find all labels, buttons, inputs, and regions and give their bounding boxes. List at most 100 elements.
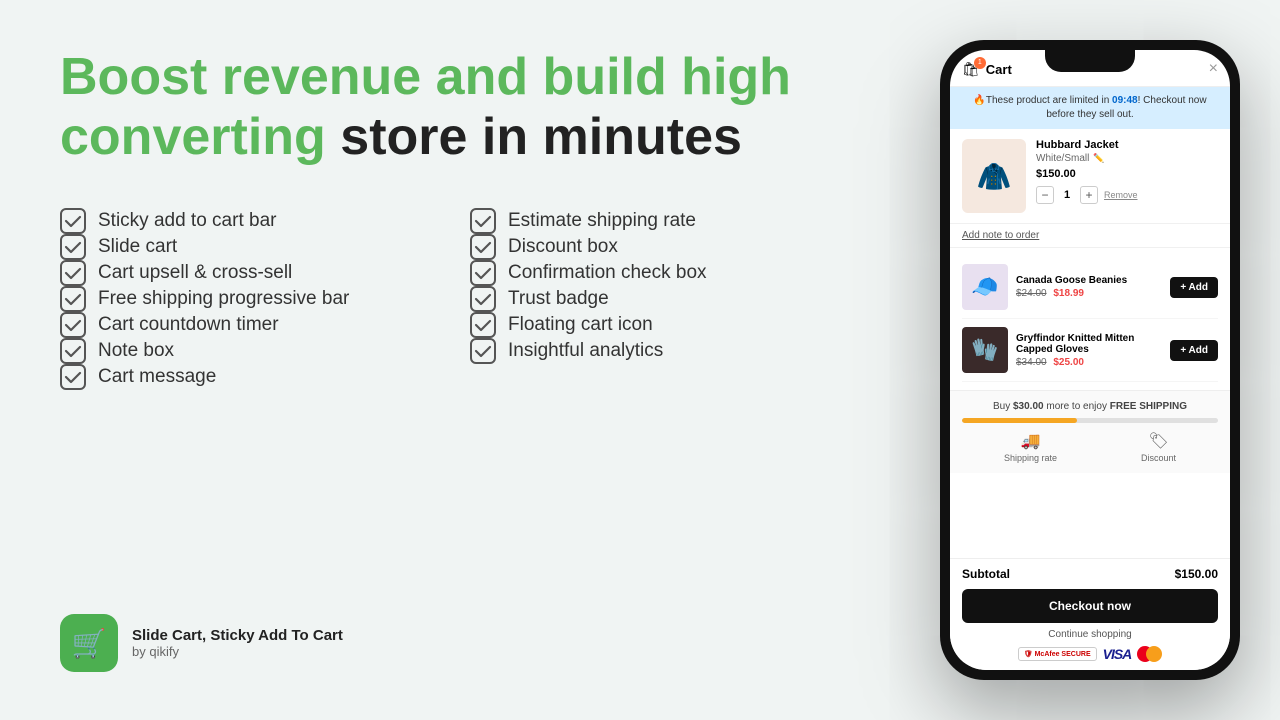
check-icon [470,234,496,260]
qty-number: 1 [1060,189,1074,201]
progress-bar-track [962,418,1218,423]
feature-item: Slide cart [60,234,430,260]
feature-item: Cart countdown timer [60,312,430,338]
check-icon [60,338,86,364]
check-icon [470,312,496,338]
feature-item: Estimate shipping rate [470,208,840,234]
feature-item: Floating cart icon [470,312,840,338]
upsell-section: 🧢 Canada Goose Beanies $24.00 $18.99 + A… [950,248,1230,390]
upsell-new-price: $25.00 [1053,357,1084,368]
features-right-col: Estimate shipping rate Discount box Conf… [470,208,840,390]
mcafee-badge: 🛡McAfee SECURE [1018,647,1097,661]
cart-item-price: $150.00 [1036,168,1218,180]
feature-label: Discount box [508,236,618,258]
feature-label: Cart message [98,366,216,388]
right-panel: 🛍 1 Cart × 🔥These product are limited in… [900,0,1280,720]
feature-item: Discount box [470,234,840,260]
mastercard-badge [1137,646,1162,662]
shipping-rate-icon-item: 🚚 Shipping rate [1004,431,1057,463]
free-ship-text: Buy $30.00 more to enjoy FREE SHIPPING [962,401,1218,412]
upsell-item-image: 🧤 [962,327,1008,373]
qty-increase-button[interactable]: + [1080,186,1098,204]
discount-label: Discount [1141,453,1176,463]
visa-badge: VISA [1103,646,1132,662]
remove-item-link[interactable]: Remove [1104,190,1138,200]
shield-icon: 🛡 [1024,650,1033,658]
phone-notch [1045,50,1135,72]
check-icon [60,286,86,312]
freeship-amount: $30.00 [1013,401,1044,412]
feature-item: Trust badge [470,286,840,312]
cart-item-name: Hubbard Jacket [1036,139,1218,151]
feature-item: Confirmation check box [470,260,840,286]
qty-decrease-button[interactable]: − [1036,186,1054,204]
upsell-add-button[interactable]: + Add [1170,277,1218,298]
check-icon [470,208,496,234]
urgency-prefix: 🔥These product are limited in [973,95,1112,106]
freeship-prefix: Buy [993,401,1013,412]
cart-item-image: 🧥 [962,139,1026,213]
feature-item: Insightful analytics [470,338,840,364]
ship-rate-label: Shipping rate [1004,453,1057,463]
check-icon [60,208,86,234]
subtotal-amount: $150.00 [1175,567,1218,581]
check-icon [60,260,86,286]
upsell-item-image: 🧢 [962,264,1008,310]
cart-main-item: 🧥 Hubbard Jacket White/Small ✏️ $150.00 … [950,129,1230,224]
upsell-item-name: Gryffindor Knitted Mitten Capped Gloves [1016,333,1162,355]
truck-icon: 🚚 [1021,431,1041,451]
continue-shopping-link[interactable]: Continue shopping [962,629,1218,640]
feature-label: Sticky add to cart bar [98,210,276,232]
upsell-add-button[interactable]: + Add [1170,340,1218,361]
urgency-bar: 🔥These product are limited in 09:48! Che… [950,87,1230,129]
feature-item: Cart upsell & cross-sell [60,260,430,286]
app-icon: 🛒 [60,614,118,672]
feature-label: Insightful analytics [508,340,663,362]
check-icon [470,286,496,312]
trust-badges: 🛡McAfee SECURE VISA [962,646,1218,662]
headline-dark2: store in minutes [326,108,742,166]
phone-mockup: 🛍 1 Cart × 🔥These product are limited in… [940,40,1240,680]
upsell-item: 🧢 Canada Goose Beanies $24.00 $18.99 + A… [962,256,1218,319]
edit-icon[interactable]: ✏️ [1093,153,1104,164]
cart-body: 🧥 Hubbard Jacket White/Small ✏️ $150.00 … [950,129,1230,558]
freeship-emphasis: FREE SHIPPING [1110,401,1187,412]
discount-icon: 🏷 [1148,431,1168,451]
check-icon [60,364,86,390]
feature-item: Note box [60,338,430,364]
upsell-old-price: $34.00 [1016,357,1047,368]
app-info: Slide Cart, Sticky Add To Cart by qikify [132,627,343,659]
mc-orange-circle [1146,646,1162,662]
app-badge: 🛒 Slide Cart, Sticky Add To Cart by qiki… [60,614,840,672]
checkout-button[interactable]: Checkout now [962,589,1218,623]
upsell-old-price: $24.00 [1016,288,1047,299]
upsell-item-name: Canada Goose Beanies [1016,275,1162,286]
ship-icons-row: 🚚 Shipping rate 🏷 Discount [962,431,1218,463]
feature-label: Confirmation check box [508,262,707,284]
feature-label: Cart countdown timer [98,314,279,336]
upsell-item: 🧤 Gryffindor Knitted Mitten Capped Glove… [962,319,1218,382]
check-icon [60,234,86,260]
check-icon [60,312,86,338]
free-shipping-bar: Buy $30.00 more to enjoy FREE SHIPPING 🚚… [950,390,1230,473]
cart-badge: 1 [974,57,986,69]
feature-label: Slide cart [98,236,177,258]
discount-icon-item: 🏷 Discount [1141,431,1176,463]
progress-bar-fill [962,418,1077,423]
cart-close-button[interactable]: × [1209,60,1218,78]
feature-label: Free shipping progressive bar [98,288,349,310]
freeship-middle: more to enjoy [1044,401,1110,412]
cart-bag-icon: 🛍 1 [962,61,980,78]
headline-line1: Boost revenue and build high [60,48,791,106]
upsell-item-prices: $34.00 $25.00 [1016,357,1162,368]
add-note-link[interactable]: Add note to order [950,224,1230,248]
urgency-timer: 09:48 [1112,95,1138,106]
feature-label: Estimate shipping rate [508,210,696,232]
left-panel: Boost revenue and build high converting … [0,0,900,720]
cart-item-details: Hubbard Jacket White/Small ✏️ $150.00 − … [1036,139,1218,213]
cart-item-variant: White/Small ✏️ [1036,153,1218,164]
feature-label: Note box [98,340,174,362]
feature-item: Cart message [60,364,430,390]
check-icon [470,338,496,364]
app-by: by qikify [132,644,343,659]
